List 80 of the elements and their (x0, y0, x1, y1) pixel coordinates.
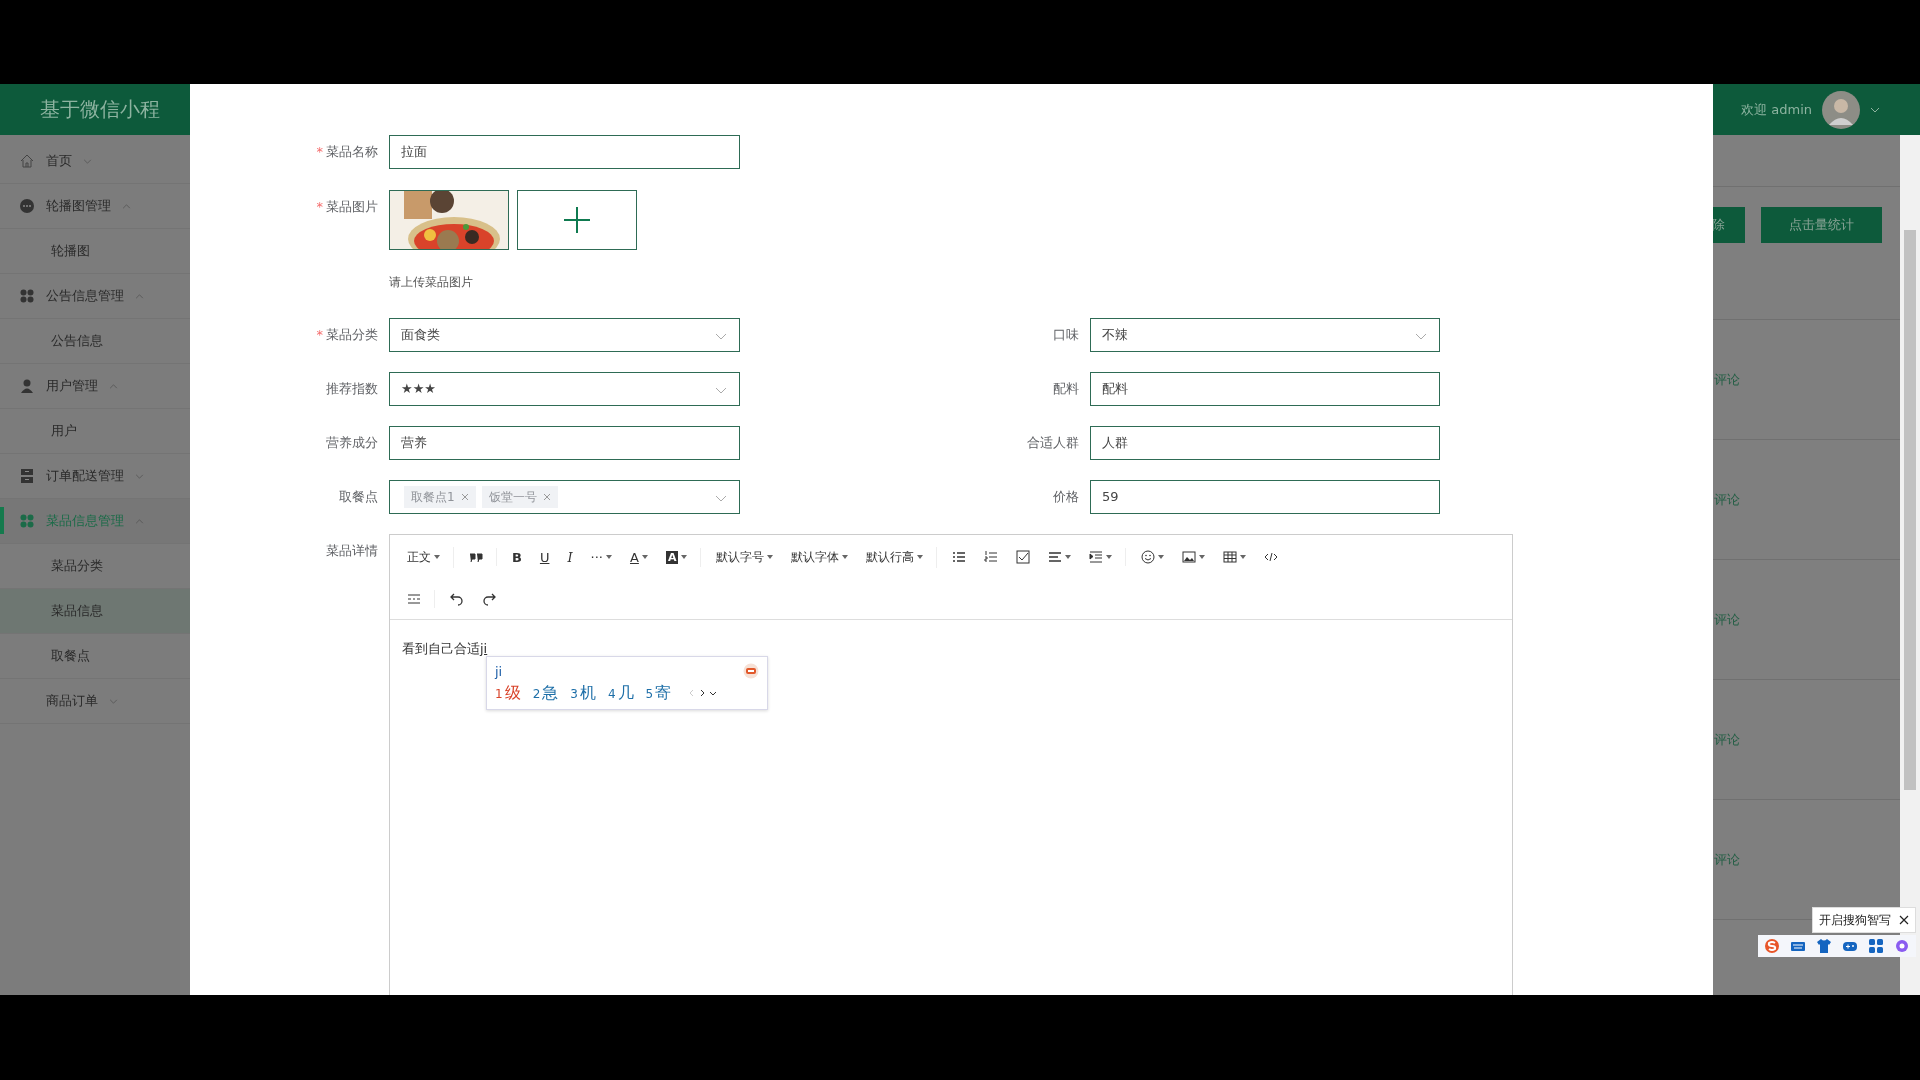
field-label: 口味 (1052, 326, 1080, 344)
toolbar-dropdown[interactable]: 默认字体 (782, 546, 858, 568)
toolbar-dropdown[interactable]: 默认字号 (707, 546, 783, 568)
align-icon (1048, 550, 1063, 564)
grid-icon (19, 513, 35, 529)
quote-icon (469, 550, 483, 564)
field-label: 价格 (1052, 488, 1080, 506)
toolbar-button[interactable]: U (530, 547, 559, 567)
grid-icon (19, 288, 35, 304)
field-label: * 菜品名称 (315, 143, 379, 161)
caret-icon (715, 387, 727, 394)
caret-icon (1415, 333, 1427, 340)
select-field[interactable]: ★★★ (389, 372, 740, 406)
code-icon (1264, 550, 1279, 564)
ime-candidate[interactable]: 2急 (532, 682, 559, 704)
sidebar-subitem[interactable]: 菜品信息 (0, 589, 190, 634)
tag: 饭堂一号 (481, 486, 558, 508)
bullet-list-icon (952, 550, 967, 564)
ime-logo-icon[interactable] (1764, 938, 1780, 954)
ime-logo-icon[interactable] (743, 663, 759, 679)
chat-icon (19, 198, 35, 214)
input-field[interactable]: 人群 (1090, 426, 1440, 460)
required-mark: * (316, 144, 323, 159)
action-button[interactable]: 点击量统计 (1761, 207, 1882, 243)
field-label: 菜品详情 (325, 542, 379, 560)
field-label: 推荐指数 (325, 380, 379, 398)
undo-icon (450, 592, 464, 606)
toolbar-dropdown[interactable]: 默认行高 (857, 546, 933, 568)
cabinet-icon (19, 468, 35, 484)
toolbar-button[interactable]: A (621, 547, 657, 567)
welcome-text: 欢迎 admin (1741, 100, 1812, 119)
caret-icon (715, 495, 727, 502)
field-label: 营养成分 (325, 434, 379, 452)
toolbar-button[interactable]: A (656, 548, 697, 566)
required-mark: * (316, 327, 323, 342)
ime-candidate[interactable]: 3 机 (570, 682, 596, 704)
ime-candidate[interactable]: 4 几 (607, 682, 634, 704)
upload-button[interactable] (517, 190, 637, 250)
app-title: 基于微信小程 (40, 96, 160, 123)
image-icon (1182, 550, 1197, 564)
redo-icon (482, 592, 496, 606)
select-field[interactable]: 面食类 (389, 318, 740, 352)
checkbox-icon (1016, 550, 1031, 564)
scrollbar[interactable] (1900, 135, 1920, 995)
numbered-list-icon (984, 550, 999, 564)
tag: 取餐点1 (404, 486, 476, 508)
emoji-icon (1141, 550, 1156, 564)
input-field[interactable]: 59 (1090, 480, 1440, 514)
toolbar-dropdown[interactable]: 正文 (398, 546, 449, 568)
select-field[interactable]: 不辣 (1090, 318, 1440, 352)
toolbar-button[interactable]: I (558, 547, 582, 567)
user-icon (19, 378, 35, 394)
shirt-icon[interactable] (1816, 938, 1832, 954)
field-label: * 菜品分类 (315, 326, 379, 344)
caret-icon[interactable] (1870, 106, 1880, 113)
field-label: * 菜品图片 (315, 198, 379, 216)
table-icon (1223, 550, 1238, 564)
field-label: 配料 (1052, 380, 1080, 398)
indent-icon (1089, 550, 1104, 564)
ime-candidate[interactable]: 5 寄 (645, 682, 672, 704)
caret-icon (715, 333, 727, 340)
required-mark: * (316, 199, 323, 214)
upload-hint: 请上传菜品图片 (389, 274, 474, 290)
ime-candidate[interactable]: 1 级 (495, 682, 521, 704)
avatar-icon[interactable] (1822, 90, 1860, 129)
toolbar-button[interactable]: ··· (581, 547, 621, 567)
field-label: 合适人群 (1026, 434, 1080, 452)
close-icon[interactable] (1899, 915, 1909, 925)
divider-line-icon (407, 592, 421, 606)
ime-composition: ji (495, 663, 503, 679)
editor-text: 看到自己合适ji (402, 641, 488, 656)
plus-icon (564, 207, 590, 233)
grid-icon[interactable] (1868, 938, 1884, 954)
tooltip-text: 开启搜狗智写 (1819, 911, 1891, 929)
toolbar-button[interactable]: B (503, 547, 531, 567)
field-label: 取餐点 (338, 488, 379, 506)
name-field[interactable]: 拉面 (389, 135, 740, 169)
input-field[interactable]: 配料 (1090, 372, 1440, 406)
input-field[interactable]: 营养 (389, 426, 740, 460)
home-icon (19, 153, 35, 169)
